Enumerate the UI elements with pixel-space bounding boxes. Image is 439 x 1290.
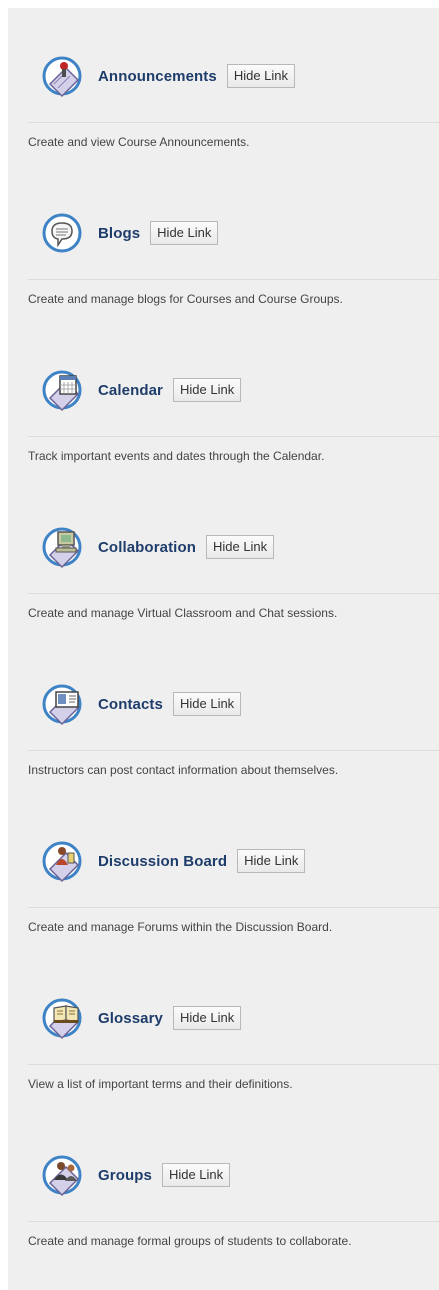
- tool-description: Create and manage formal groups of stude…: [28, 1234, 352, 1248]
- group-icon: [40, 1153, 86, 1197]
- contact-card-icon: [40, 682, 86, 726]
- tool-header: Calendar Hide Link: [40, 368, 242, 412]
- hide-link-button[interactable]: Hide Link: [173, 1006, 242, 1030]
- tool-header: Blogs Hide Link: [40, 211, 219, 255]
- tool-description: Track important events and dates through…: [28, 449, 325, 463]
- tool-title[interactable]: Discussion Board: [98, 853, 227, 870]
- tool-header: Groups Hide Link: [40, 1153, 231, 1197]
- tool-title[interactable]: Contacts: [98, 696, 163, 713]
- calendar-icon: [40, 368, 86, 412]
- tool-description: Create and manage blogs for Courses and …: [28, 292, 343, 306]
- tool-title[interactable]: Announcements: [98, 68, 217, 85]
- tool-item-announcements: Announcements Hide Link Create and view …: [8, 8, 439, 165]
- tool-header: Glossary Hide Link: [40, 996, 242, 1040]
- hide-link-button[interactable]: Hide Link: [173, 378, 242, 402]
- tool-header: Announcements Hide Link: [40, 54, 296, 98]
- tool-item-groups: Groups Hide Link Create and manage forma…: [8, 1107, 439, 1264]
- tool-item-calendar: Calendar Hide Link Track important event…: [8, 322, 439, 479]
- tool-title[interactable]: Glossary: [98, 1010, 163, 1027]
- divider: [28, 436, 439, 437]
- tool-description: Create and manage Virtual Classroom and …: [28, 606, 338, 620]
- tool-item-discussion-board: Discussion Board Hide Link Create and ma…: [8, 793, 439, 950]
- tool-description: Create and view Course Announcements.: [28, 135, 250, 149]
- announcement-icon: [40, 54, 86, 98]
- divider: [28, 279, 439, 280]
- discussion-icon: [40, 839, 86, 883]
- hide-link-button[interactable]: Hide Link: [226, 64, 296, 88]
- tool-item-blogs: Blogs Hide Link Create and manage blogs …: [8, 165, 439, 322]
- speech-bubble-icon: [40, 211, 86, 255]
- hide-link-button[interactable]: Hide Link: [161, 1163, 231, 1187]
- tool-item-glossary: Glossary Hide Link View a list of import…: [8, 950, 439, 1107]
- divider: [28, 907, 439, 908]
- hide-link-button[interactable]: Hide Link: [237, 849, 306, 873]
- tool-header: Contacts Hide Link: [40, 682, 242, 726]
- tool-title[interactable]: Groups: [98, 1167, 152, 1184]
- divider: [28, 1064, 439, 1065]
- tool-item-collaboration: Collaboration Hide Link Create and manag…: [8, 479, 439, 636]
- hide-link-button[interactable]: Hide Link: [172, 692, 242, 716]
- tool-title[interactable]: Blogs: [98, 225, 140, 242]
- hide-link-button[interactable]: Hide Link: [150, 221, 219, 245]
- tool-list-panel: Announcements Hide Link Create and view …: [8, 8, 439, 1290]
- tool-description: Instructors can post contact information…: [28, 763, 339, 777]
- tool-title[interactable]: Calendar: [98, 382, 163, 399]
- divider: [28, 122, 439, 123]
- divider: [28, 1221, 439, 1222]
- tool-description: View a list of important terms and their…: [28, 1077, 293, 1091]
- divider: [28, 750, 439, 751]
- hide-link-button[interactable]: Hide Link: [205, 535, 275, 559]
- tool-header: Discussion Board Hide Link: [40, 839, 306, 883]
- tool-item-contacts: Contacts Hide Link Instructors can post …: [8, 636, 439, 793]
- computer-icon: [40, 525, 86, 569]
- tool-title[interactable]: Collaboration: [98, 539, 196, 556]
- divider: [28, 593, 439, 594]
- book-icon: [40, 996, 86, 1040]
- tool-description: Create and manage Forums within the Disc…: [28, 920, 333, 934]
- tool-header: Collaboration Hide Link: [40, 525, 275, 569]
